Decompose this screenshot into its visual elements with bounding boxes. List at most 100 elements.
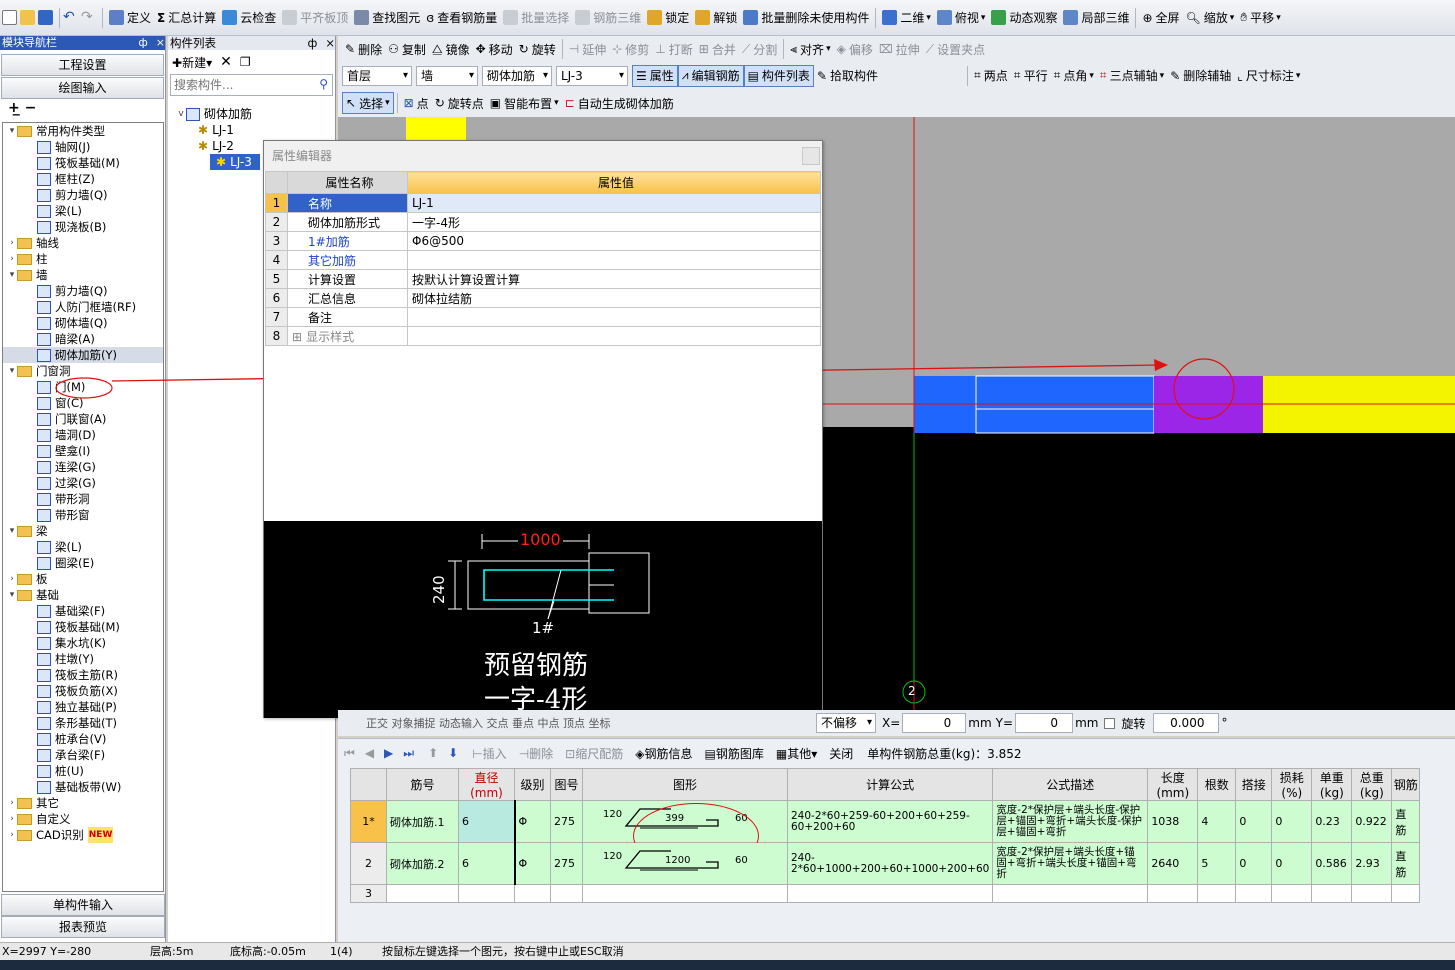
- dimension-dropdown[interactable]: ⌞ 尺寸标注: [1234, 65, 1303, 87]
- expand-plus-icon[interactable]: ⊞: [292, 330, 302, 344]
- tree-item[interactable]: 带形窗: [3, 507, 163, 523]
- collapse-arrow-icon[interactable]: ›: [7, 571, 17, 587]
- tree-folder[interactable]: ▾ 门窗洞: [3, 363, 163, 379]
- tree-item[interactable]: 墙洞(D): [3, 427, 163, 443]
- pin-icon[interactable]: ф: [308, 36, 318, 50]
- type-select[interactable]: 砌体加筋: [482, 65, 552, 86]
- y-coordinate-input[interactable]: 0: [1015, 713, 1074, 733]
- rebar-row[interactable]: 2 砌体加筋.2 6 Φ 275 120 1200 60 240-2*60+1000+200+6…: [350, 842, 1421, 885]
- tree-folder[interactable]: ▾ 墙: [3, 267, 163, 283]
- rebar-cell-count[interactable]: 4: [1197, 800, 1237, 843]
- component-list-button[interactable]: ▤ 构件列表: [743, 64, 814, 87]
- tree-item[interactable]: 筏板负筋(X): [3, 683, 163, 699]
- new-component-button[interactable]: ✚新建▾: [172, 54, 212, 71]
- rebar-info-button[interactable]: ◈钢筋信息: [635, 745, 692, 762]
- rebar-cell-grade[interactable]: Φ: [514, 842, 551, 885]
- tree-item[interactable]: 过梁(G): [3, 475, 163, 491]
- tree-folder[interactable]: › 板: [3, 571, 163, 587]
- component-item-selected[interactable]: ✱ LJ-3: [210, 154, 260, 170]
- local-3d-button[interactable]: 局部三维: [1060, 7, 1132, 29]
- property-value[interactable]: [407, 307, 821, 327]
- expand-arrow-icon[interactable]: ▾: [7, 267, 17, 283]
- property-row[interactable]: 5 计算设置 按默认计算设置计算: [265, 269, 821, 289]
- tree-item[interactable]: 桩承台(V): [3, 731, 163, 747]
- extend-button[interactable]: ⊣ 延伸: [566, 38, 609, 60]
- rebar-library-button[interactable]: ▤钢筋图库: [704, 745, 763, 762]
- rebar-cell-formula[interactable]: 240-2*60+259-60+200+60+259-60+200+60: [786, 800, 994, 843]
- property-row[interactable]: 7 备注: [265, 307, 821, 327]
- view-2d-dropdown[interactable]: 二维: [879, 7, 934, 29]
- rebar-cell-dia[interactable]: 6: [458, 842, 516, 885]
- rebar-cell-desc[interactable]: 宽度-2*保护层+端头长度-保护层+锚固+弯折+端头长度-保护层+锚固+弯折: [992, 800, 1149, 843]
- tree-item[interactable]: 现浇板(B): [3, 219, 163, 235]
- rebar-cell-count[interactable]: 5: [1197, 842, 1237, 885]
- x-coordinate-input[interactable]: 0: [902, 713, 967, 733]
- tree-item[interactable]: 窗(C): [3, 395, 163, 411]
- tree-folder[interactable]: ▾ 常用构件类型: [3, 123, 163, 139]
- two-point-axis-button[interactable]: ⌗ 两点: [971, 65, 1011, 87]
- rotate-checkbox[interactable]: [1104, 717, 1116, 729]
- rotate-angle-input[interactable]: 0.000: [1153, 713, 1220, 733]
- rebar-cell-dia[interactable]: 6: [458, 800, 516, 843]
- delete-icon[interactable]: ✕: [220, 54, 232, 70]
- auto-generate-rebar-button[interactable]: ⊏ 自动生成砌体加筋: [562, 92, 677, 114]
- find-element-button[interactable]: 查找图元: [351, 7, 423, 29]
- rebar-cell-lap[interactable]: 0: [1235, 800, 1273, 843]
- rebar-cell-empty[interactable]: [1391, 884, 1421, 903]
- component-search-input[interactable]: [171, 75, 309, 95]
- tree-item[interactable]: 筏板主筋(R): [3, 667, 163, 683]
- rebar-cell-empty[interactable]: [1271, 884, 1313, 903]
- cloud-check-button[interactable]: 云检查: [219, 7, 279, 29]
- delete-aux-axis-button[interactable]: ✎ 删除辅轴: [1167, 65, 1234, 87]
- copy-button[interactable]: ⚇ 复制: [385, 38, 429, 60]
- save-icon[interactable]: [38, 10, 53, 25]
- tree-item[interactable]: 条形基础(T): [3, 715, 163, 731]
- nav-last-icon[interactable]: ⏭: [403, 746, 414, 761]
- tree-item[interactable]: 集水坑(K): [3, 635, 163, 651]
- report-preview-button[interactable]: 报表预览: [1, 916, 165, 938]
- rebar-cell-empty[interactable]: [786, 884, 994, 903]
- tree-item[interactable]: 基础板带(W): [3, 779, 163, 795]
- floor-select[interactable]: 首层: [342, 65, 412, 86]
- zoom-dropdown[interactable]: 🔍︎ 缩放: [1183, 7, 1238, 29]
- rebar-cell-formula[interactable]: 240-2*60+1000+200+60+1000+200+60: [786, 842, 994, 885]
- set-grip-button[interactable]: ⟋ 设置夹点: [923, 38, 988, 60]
- dialog-close-button[interactable]: [802, 147, 820, 165]
- nav-first-icon[interactable]: ⏮: [344, 746, 355, 761]
- summary-calc-button[interactable]: Σ 汇总计算: [154, 7, 219, 29]
- rebar-cell-empty[interactable]: [386, 884, 459, 903]
- rotate-point-button[interactable]: ↻ 旋转点: [432, 92, 487, 114]
- tree-folder[interactable]: › 其它: [3, 795, 163, 811]
- select-dropdown[interactable]: ↖ 选择: [342, 92, 394, 114]
- rebar-3d-button[interactable]: 钢筋三维: [572, 7, 644, 29]
- tree-root-masonry-rebar[interactable]: v 砌体加筋: [176, 106, 260, 122]
- collapse-arrow-icon[interactable]: ›: [7, 811, 17, 827]
- component-name-select[interactable]: LJ-3: [556, 65, 628, 86]
- tree-item[interactable]: 梁(L): [3, 539, 163, 555]
- rebar-cell-loss[interactable]: 0: [1271, 842, 1313, 885]
- properties-button[interactable]: ☰ 属性: [632, 64, 678, 87]
- property-row[interactable]: 4 其它加筋: [265, 250, 821, 270]
- expand-collapse-icon[interactable]: +̲ −: [8, 100, 36, 116]
- tree-item[interactable]: 柱墩(Y): [3, 651, 163, 667]
- rebar-cell-desc[interactable]: 宽度-2*保护层+端头长度+锚固+弯折+端头长度+锚固+弯折: [992, 842, 1149, 885]
- collapse-arrow-icon[interactable]: ›: [7, 795, 17, 811]
- rebar-cell-type[interactable]: 直筋: [1391, 842, 1421, 885]
- drawing-input-button[interactable]: 绘图输入: [1, 77, 164, 99]
- rebar-cell-loss[interactable]: 0: [1271, 800, 1313, 843]
- tree-folder[interactable]: ▾ 基础: [3, 587, 163, 603]
- nav-next-icon[interactable]: ▶: [384, 746, 393, 760]
- tree-item[interactable]: 承台梁(F): [3, 747, 163, 763]
- rebar-shape-cell[interactable]: 120 1200 60: [582, 842, 788, 885]
- rebar-cell-empty[interactable]: [582, 884, 788, 903]
- move-button[interactable]: ✥ 移动: [473, 38, 516, 60]
- tree-folder[interactable]: › 自定义: [3, 811, 163, 827]
- rebar-cell-name[interactable]: 砌体加筋.2: [386, 842, 459, 885]
- property-row[interactable]: 2 砌体加筋形式 一字-4形: [265, 212, 821, 232]
- delete-row-button[interactable]: ⊣删除: [519, 745, 553, 762]
- tree-item[interactable]: 轴网(J): [3, 139, 163, 155]
- trim-button[interactable]: ⊹ 修剪: [609, 38, 652, 60]
- parallel-axis-button[interactable]: ⌗ 平行: [1011, 65, 1051, 87]
- rebar-cell-empty[interactable]: [514, 884, 551, 903]
- define-button[interactable]: 定义: [106, 7, 154, 29]
